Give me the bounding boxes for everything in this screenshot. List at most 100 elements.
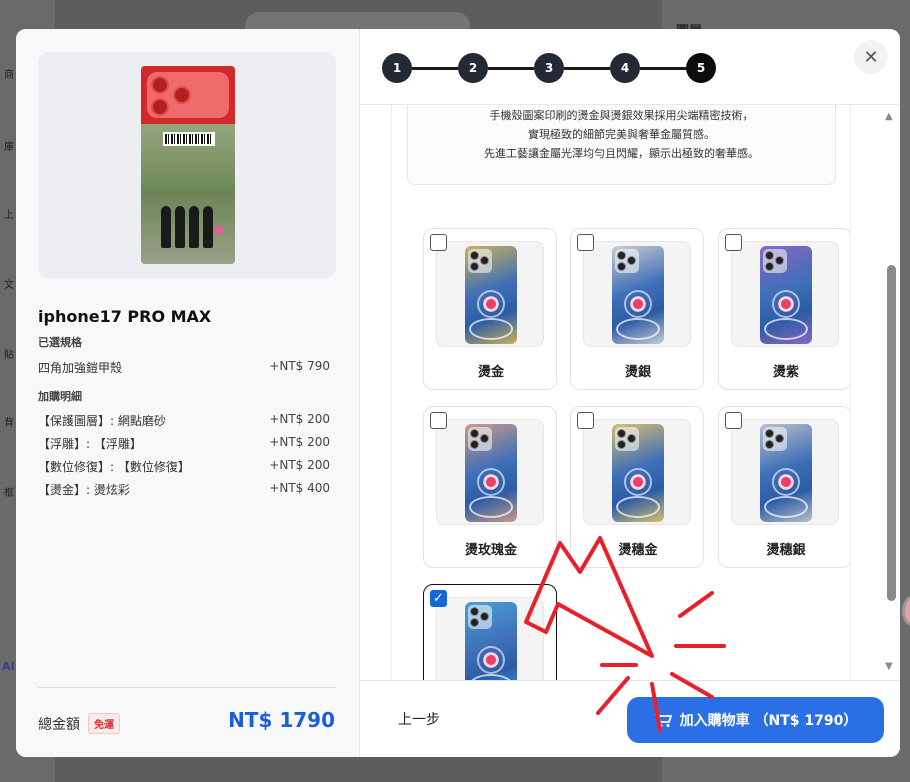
scroll-down-arrow-icon[interactable]: ▼ xyxy=(885,661,893,672)
step-4[interactable]: 4 xyxy=(610,53,640,83)
phone-case-icon xyxy=(612,246,664,344)
addon-price: +NT$ 200 xyxy=(269,458,330,472)
step-connector xyxy=(640,66,686,70)
foil-option-image xyxy=(583,241,691,347)
heart-icon: ♥ xyxy=(213,224,226,240)
step-connector xyxy=(564,66,610,70)
step-3[interactable]: 3 xyxy=(534,53,564,83)
step-connector xyxy=(488,66,534,70)
foil-option-card[interactable]: ✓ xyxy=(423,584,557,680)
summary-divider xyxy=(38,687,336,688)
phone-case-icon xyxy=(760,246,812,344)
foil-option-card[interactable]: 燙穗銀 xyxy=(718,406,850,568)
foil-option-card[interactable]: 燙玫瑰金 xyxy=(423,406,557,568)
rose-pattern-icon xyxy=(477,468,505,496)
foil-option-label: 燙銀 xyxy=(624,365,651,380)
close-icon: ✕ xyxy=(863,46,879,68)
addon-line: 【數位修復】: 【數位修復】 +NT$ 200 xyxy=(38,458,330,475)
cart-icon xyxy=(654,713,672,727)
rose-pattern-icon xyxy=(772,468,800,496)
phone-case-icon xyxy=(465,424,517,522)
addon-label: 【浮雕】: 【浮雕】 xyxy=(38,437,142,451)
modal-footer: 上一步 加入購物車 （NT$ 1790） xyxy=(360,680,900,757)
graduation-photo: ♥ xyxy=(141,124,235,264)
scroll-up-arrow-icon[interactable]: ▲ xyxy=(885,111,893,122)
foil-option-image xyxy=(436,597,544,680)
bg-left-item: 文 xyxy=(4,280,14,291)
add-to-cart-button[interactable]: 加入購物車 （NT$ 1790） xyxy=(627,697,884,743)
bg-left-item: 庫 xyxy=(4,142,14,153)
foil-option-card[interactable]: 燙穗金 xyxy=(570,406,704,568)
info-line: 手機殼圖案印刷的燙金與燙銀效果採用尖端精密技術， xyxy=(489,109,754,122)
checkbox-unchecked[interactable] xyxy=(725,234,742,251)
scrollbar-thumb[interactable] xyxy=(887,265,896,601)
bg-left-item: 框 xyxy=(4,488,14,499)
addon-price: +NT$ 400 xyxy=(269,481,330,495)
checkbox-unchecked[interactable] xyxy=(725,412,742,429)
addon-line: 【浮雕】: 【浮雕】 +NT$ 200 xyxy=(38,435,330,452)
foil-option-image xyxy=(731,241,839,347)
foil-option-label: 燙穗銀 xyxy=(766,543,806,558)
phone-case-icon xyxy=(612,424,664,522)
addon-heading: 加購明細 xyxy=(38,390,82,403)
step-5-active[interactable]: 5 xyxy=(686,53,716,83)
step-connector xyxy=(412,66,458,70)
phone-case-icon xyxy=(465,602,517,680)
addon-line: 【燙金】: 燙炫彩 +NT$ 400 xyxy=(38,481,330,498)
rose-pattern-icon xyxy=(772,290,800,318)
spec-line: 四角加強鎧甲殼 +NT$ 790 xyxy=(38,359,330,376)
addon-label: 【燙金】: 燙炫彩 xyxy=(38,483,130,497)
foil-option-label: 燙紫 xyxy=(772,365,799,380)
checkbox-unchecked[interactable] xyxy=(430,412,447,429)
spec-label: 四角加強鎧甲殼 xyxy=(38,361,123,375)
step-2[interactable]: 2 xyxy=(458,53,488,83)
order-summary-panel: ♥ iphone17 PRO MAX 已選規格 四角加強鎧甲殼 +NT$ 790… xyxy=(16,29,360,757)
bg-left-item: 商 xyxy=(4,70,14,81)
foil-option-image xyxy=(731,419,839,525)
stepper: 1 2 3 4 5 xyxy=(382,53,716,83)
checkbox-checked[interactable]: ✓ xyxy=(430,590,447,607)
product-name: iphone17 PRO MAX xyxy=(38,307,212,326)
total-label-row: 總金額 免運 xyxy=(38,713,120,734)
foil-option-card[interactable]: 燙紫 xyxy=(718,228,850,390)
foil-option-card[interactable]: 燙金 xyxy=(423,228,557,390)
foil-info-box: 手機殼圖案印刷的燙金與燙銀效果採用尖端精密技術， 實現極致的細節完美與奢華金屬質… xyxy=(407,105,836,185)
foil-option-label: 燙玫瑰金 xyxy=(464,543,517,558)
foil-option-label: 燙金 xyxy=(477,365,504,380)
product-preview: ♥ xyxy=(38,52,336,278)
info-line: 實現極致的細節完美與奢華金屬質感。 xyxy=(528,128,715,141)
free-shipping-badge: 免運 xyxy=(88,713,120,734)
spec-heading: 已選規格 xyxy=(38,336,82,349)
phone-case-icon xyxy=(465,246,517,344)
rose-pattern-icon xyxy=(624,290,652,318)
total-label: 總金額 xyxy=(38,716,80,733)
step-1[interactable]: 1 xyxy=(382,53,412,83)
addon-label: 【數位修復】: 【數位修復】 xyxy=(38,460,190,474)
checkbox-unchecked[interactable] xyxy=(577,412,594,429)
add-to-cart-label: 加入購物車 （NT$ 1790） xyxy=(679,713,858,729)
barcode-icon xyxy=(163,132,215,146)
options-scroll-area[interactable]: 手機殼圖案印刷的燙金與燙銀效果採用尖端精密技術， 實現極致的細節完美與奢華金屬質… xyxy=(391,105,851,680)
rose-pattern-icon xyxy=(477,290,505,318)
phone-case-icon xyxy=(760,424,812,522)
close-button[interactable]: ✕ xyxy=(854,40,888,74)
addon-price: +NT$ 200 xyxy=(269,412,330,426)
foil-option-image xyxy=(436,419,544,525)
foil-option-label: 燙穗金 xyxy=(618,543,658,558)
foil-option-image xyxy=(436,241,544,347)
total-value: NT$ 1790 xyxy=(228,708,335,732)
checkbox-unchecked[interactable] xyxy=(430,234,447,251)
previous-step-button[interactable]: 上一步 xyxy=(398,709,440,729)
rose-pattern-icon xyxy=(477,646,505,674)
checkbox-unchecked[interactable] xyxy=(577,234,594,251)
spec-price: +NT$ 790 xyxy=(269,359,330,373)
foil-option-image xyxy=(583,419,691,525)
info-line: 先進工藝讓金屬光澤均勻且閃耀，顯示出極致的奢華感。 xyxy=(484,147,759,160)
bg-left-item: 背 xyxy=(4,418,14,429)
purchase-modal: ♥ iphone17 PRO MAX 已選規格 四角加強鎧甲殼 +NT$ 790… xyxy=(16,29,900,757)
addon-label: 【保護圖層】: 網點磨砂 xyxy=(38,414,166,428)
bg-left-item: 貼 xyxy=(4,350,14,361)
ai-icon: AI xyxy=(2,660,15,673)
foil-option-card[interactable]: 燙銀 xyxy=(570,228,704,390)
addon-price: +NT$ 200 xyxy=(269,435,330,449)
